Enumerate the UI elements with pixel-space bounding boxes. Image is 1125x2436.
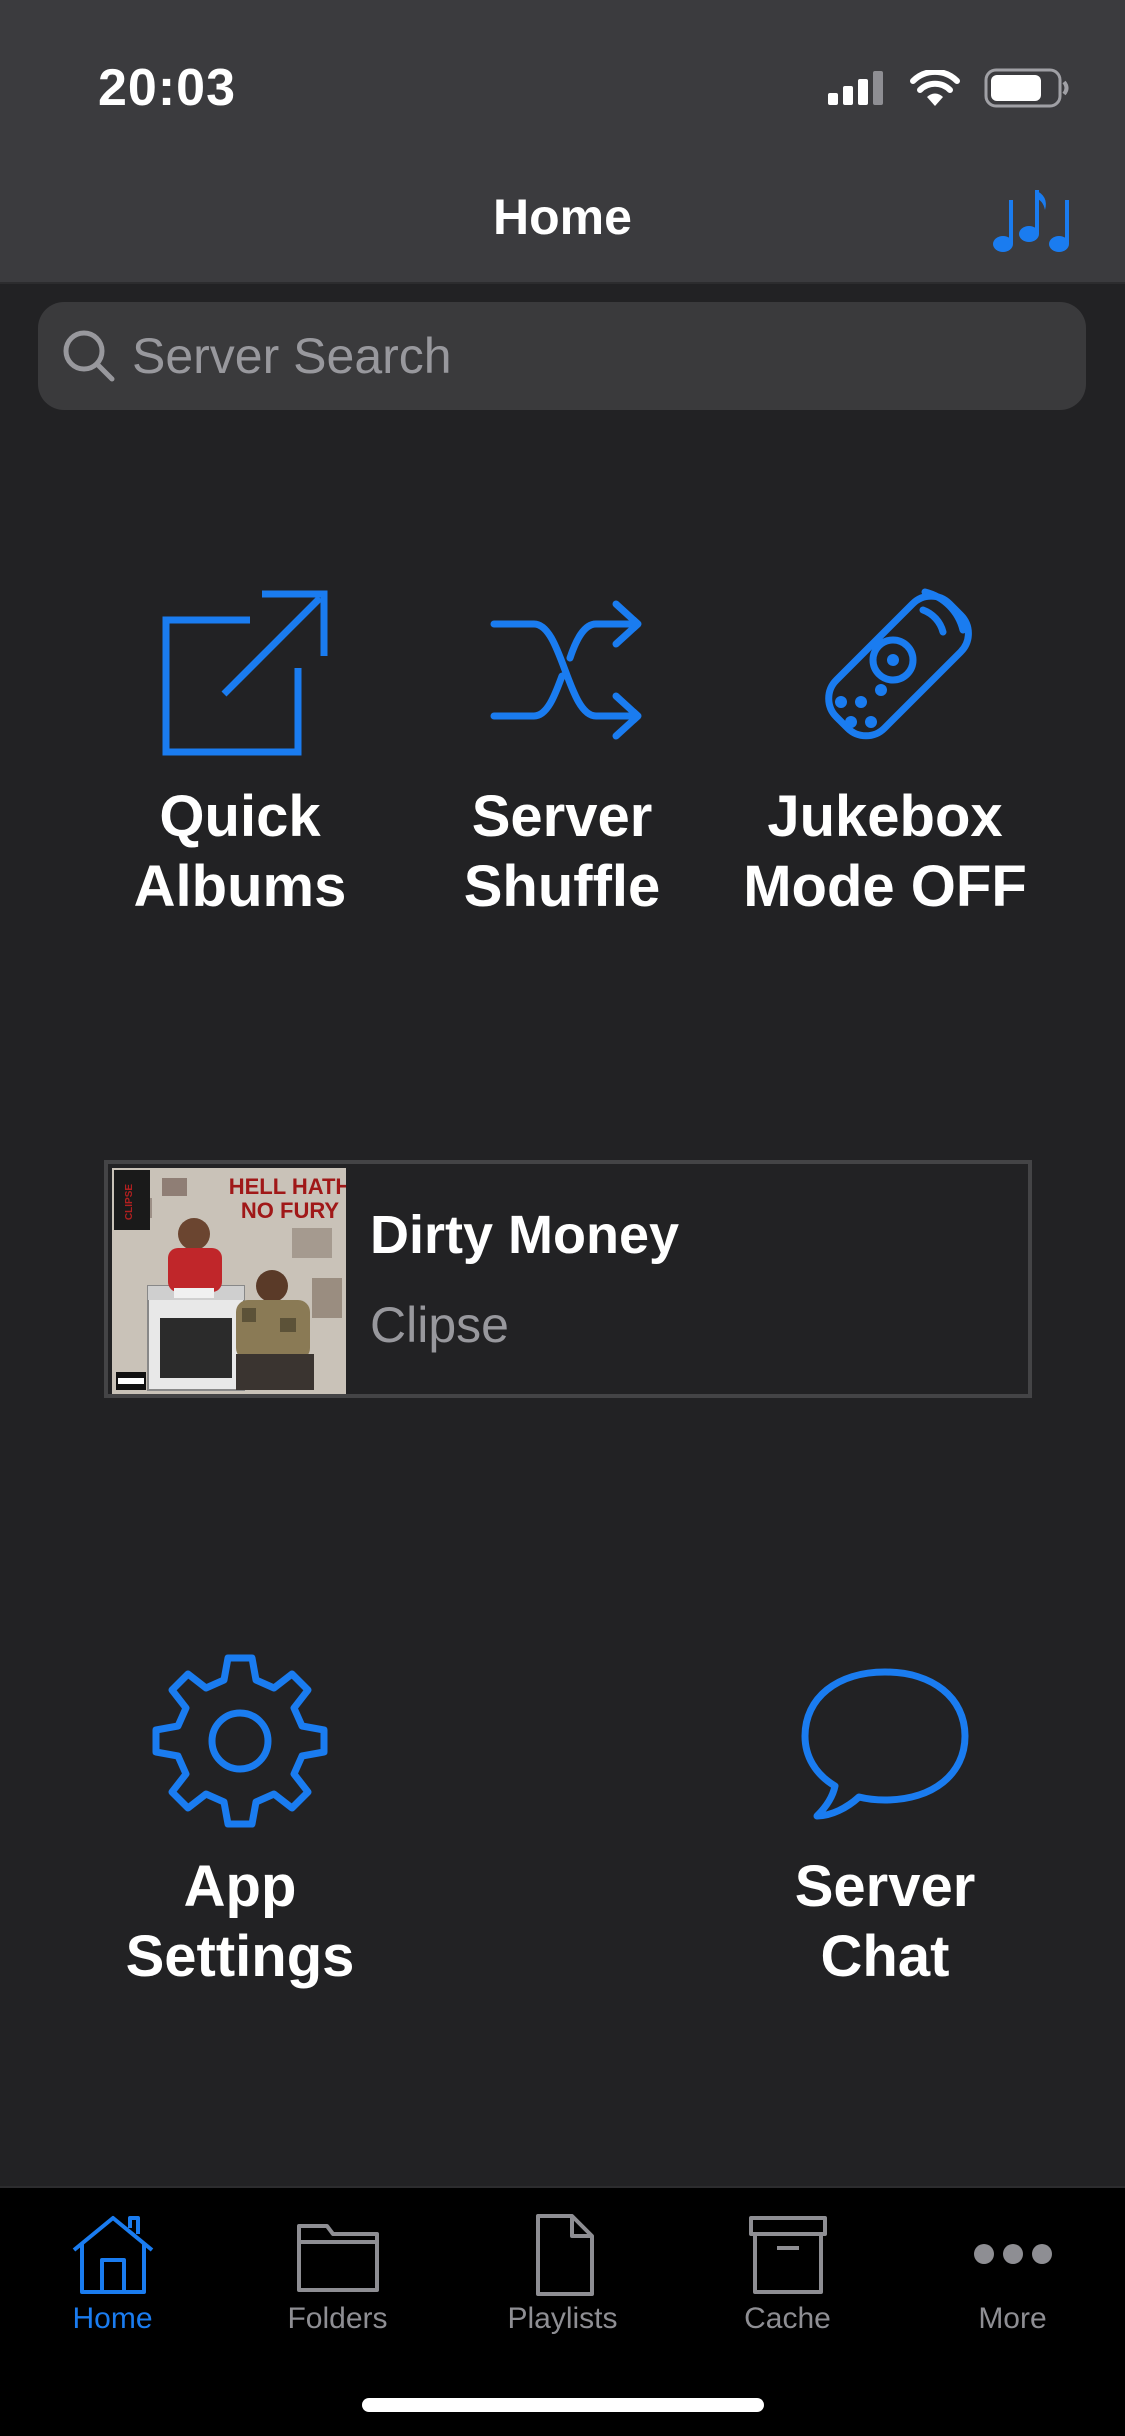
wifi-icon	[910, 70, 960, 106]
search-icon	[63, 330, 115, 382]
tab-folders-label: Folders	[287, 2302, 388, 2335]
album-art-title-line-1: HELL HATH	[229, 1174, 346, 1199]
tab-playlists-label: Playlists	[507, 2302, 618, 2335]
now-playing-card[interactable]: CLIPSE HELL HATH NO FURY Dirty Money Cli…	[104, 1160, 1032, 1398]
status-time: 20:03	[98, 59, 236, 117]
home-screen: 20:03 Home Server Search Quick Albums Se…	[0, 0, 1125, 2436]
chat-bubble-icon	[801, 1668, 969, 1820]
search-input[interactable]	[130, 326, 1034, 386]
server-shuffle-label: Server Shuffle	[463, 784, 661, 919]
tab-more-label: More	[978, 2302, 1047, 2335]
tab-home[interactable]: Home	[0, 2212, 225, 2336]
navigation-bar: 20:03 Home	[0, 0, 1125, 284]
house-icon	[72, 2216, 153, 2294]
search-bar[interactable]	[38, 302, 1086, 410]
remote-control-icon	[825, 588, 972, 740]
server-chat-button[interactable]: Server Chat	[715, 1650, 1055, 1992]
quick-albums-label: Quick Albums	[133, 784, 347, 919]
music-notes-icon	[993, 190, 1069, 252]
now-playing-title: Dirty Money	[370, 1205, 680, 1265]
battery-icon	[984, 68, 1069, 108]
quick-albums-button[interactable]: Quick Albums	[70, 580, 410, 922]
tab-more[interactable]: More	[900, 2212, 1125, 2336]
tab-playlists[interactable]: Playlists	[450, 2212, 675, 2336]
tab-folders[interactable]: Folders	[225, 2212, 450, 2336]
cellular-signal-icon	[828, 71, 883, 105]
album-artwork: CLIPSE HELL HATH NO FURY	[112, 1168, 346, 1394]
server-chat-label: Server Chat	[794, 1854, 976, 1989]
server-shuffle-button[interactable]: Server Shuffle	[392, 580, 732, 922]
page-title: Home	[493, 189, 632, 245]
now-playing-button[interactable]	[993, 186, 1073, 256]
jukebox-mode-label: Jukebox Mode OFF	[743, 784, 1027, 919]
app-settings-button[interactable]: App Settings	[70, 1650, 410, 1992]
tab-cache-label: Cache	[744, 2302, 831, 2335]
home-indicator[interactable]	[362, 2398, 764, 2412]
shuffle-icon	[490, 600, 642, 740]
ellipsis-icon	[973, 2244, 1052, 2264]
now-playing-artist: Clipse	[370, 1297, 509, 1353]
tab-cache[interactable]: Cache	[675, 2212, 900, 2336]
document-icon	[535, 2214, 594, 2296]
tab-home-label: Home	[72, 2302, 153, 2335]
external-link-icon	[162, 590, 328, 756]
folder-icon	[296, 2224, 379, 2292]
album-art-logo-text: CLIPSE	[124, 1184, 135, 1220]
album-art-title-line-2: NO FURY	[241, 1198, 340, 1223]
gear-icon	[152, 1654, 328, 1828]
app-settings-label: App Settings	[125, 1854, 355, 1989]
status-icons	[828, 66, 1070, 110]
jukebox-mode-button[interactable]: Jukebox Mode OFF	[715, 580, 1055, 922]
archive-box-icon	[748, 2216, 827, 2294]
